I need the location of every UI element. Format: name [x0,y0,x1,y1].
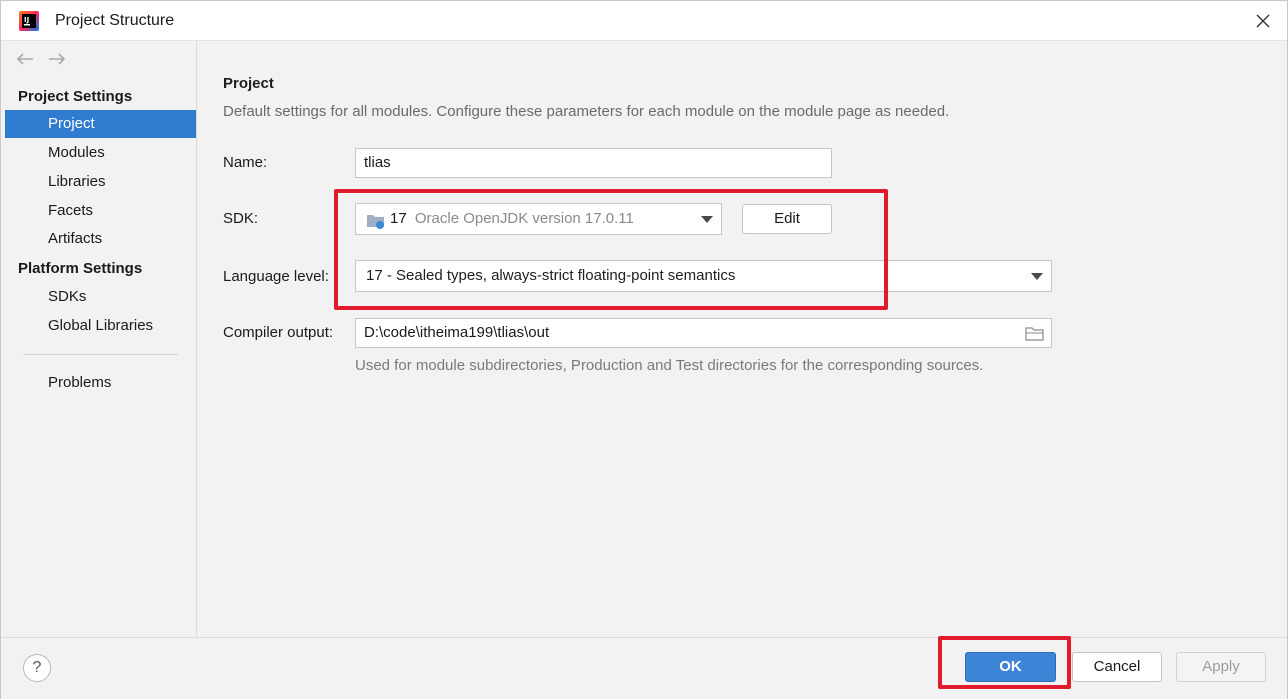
ok-button[interactable]: OK [965,652,1056,682]
apply-button[interactable]: Apply [1176,652,1266,682]
edit-sdk-button[interactable]: Edit [742,204,832,234]
sdk-label: SDK: [223,210,259,227]
sidebar-item-artifacts[interactable]: Artifacts [5,225,196,253]
sidebar-item-global-libraries[interactable]: Global Libraries [5,312,196,340]
folder-browse-icon[interactable] [1025,324,1045,352]
project-structure-dialog: IJ Project Structure Project Settings Pr… [0,0,1288,699]
sdk-dropdown[interactable]: 17 Oracle OpenJDK version 17.0.11 [355,203,722,235]
project-settings-panel: Project Default settings for all modules… [197,41,1287,637]
sidebar-item-sdks[interactable]: SDKs [5,283,196,311]
back-arrow-icon[interactable] [15,49,35,69]
sidebar-item-problems[interactable]: Problems [5,369,196,397]
dialog-footer: ? OK Cancel Apply [1,636,1287,699]
project-name-field[interactable]: tlias [355,148,832,178]
sdk-name: Oracle OpenJDK version 17.0.11 [414,210,634,227]
chevron-down-icon [701,216,713,223]
language-level-label: Language level: [223,268,329,285]
title-bar: IJ Project Structure [1,1,1287,41]
compiler-output-field[interactable]: D:\code\itheima199\tlias\out [355,318,1052,348]
forward-arrow-icon[interactable] [47,49,67,69]
sidebar-item-modules[interactable]: Modules [5,139,196,167]
window-title: Project Structure [55,12,175,29]
chevron-down-icon [1031,273,1043,280]
language-level-value: 17 - Sealed types, always-strict floatin… [366,267,736,284]
name-label: Name: [223,154,268,171]
platform-settings-title: Platform Settings [18,260,143,277]
language-level-dropdown[interactable]: 17 - Sealed types, always-strict floatin… [355,260,1052,292]
project-settings-title: Project Settings [18,88,133,105]
history-nav [15,49,67,69]
sidebar: Project Settings Project Modules Librari… [5,41,197,637]
sidebar-divider [23,354,178,355]
page-title: Project [223,75,274,92]
sidebar-item-libraries[interactable]: Libraries [5,168,196,196]
help-icon[interactable]: ? [23,654,51,682]
compiler-output-value: D:\code\itheima199\tlias\out [364,324,550,341]
sidebar-item-project[interactable]: Project [5,110,196,138]
page-description: Default settings for all modules. Config… [223,103,950,120]
compiler-output-hint: Used for module subdirectories, Producti… [355,357,984,374]
compiler-output-label: Compiler output: [223,324,334,341]
sdk-folder-icon [366,211,386,241]
sidebar-item-facets[interactable]: Facets [5,197,196,225]
cancel-button[interactable]: Cancel [1072,652,1162,682]
svg-text:IJ: IJ [24,16,29,24]
intellij-idea-icon: IJ [19,11,39,31]
sdk-version: 17 [390,210,407,227]
close-icon[interactable] [1251,9,1275,33]
